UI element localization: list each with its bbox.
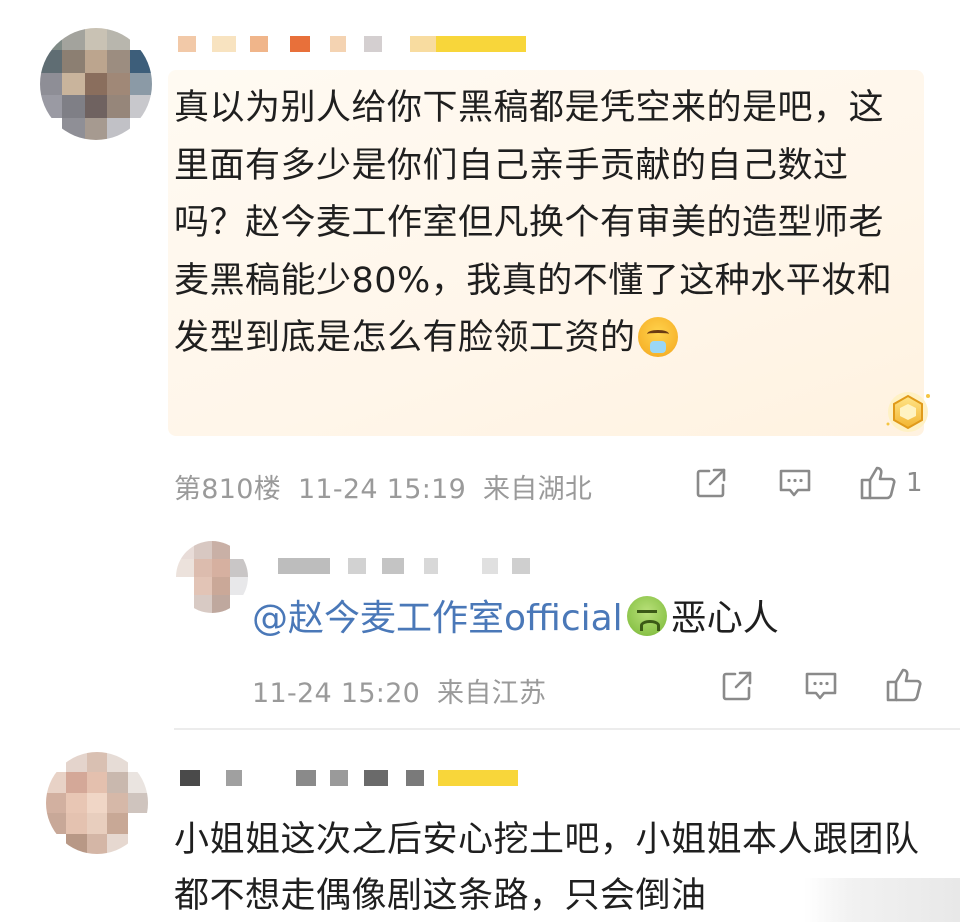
watermark-overlay <box>804 878 960 922</box>
avatar[interactable] <box>46 752 148 854</box>
comment-body: 真以为别人给你下黑稿都是凭空来的是吧，这里面有多少是你们自己亲手贡献的自己数过吗… <box>174 88 893 358</box>
reply-meta: 11-24 15:20 来自江苏 <box>252 671 546 710</box>
thumb-up-icon <box>886 668 922 702</box>
avatar[interactable] <box>40 28 152 140</box>
username-blurred[interactable] <box>178 36 526 52</box>
like-button[interactable]: 1 <box>858 464 923 502</box>
reply-location: 来自江苏 <box>437 678 547 709</box>
reply-text: @赵今麦工作室official 恶心人 <box>252 596 779 641</box>
username-blurred[interactable] <box>180 770 518 786</box>
reply-body: 恶心人 <box>670 598 779 639</box>
reply-username-blurred[interactable] <box>278 558 530 574</box>
divider <box>174 728 960 730</box>
share-icon <box>696 468 726 498</box>
tired-face-emoji <box>637 317 678 357</box>
reply-comment-button[interactable] <box>803 669 839 703</box>
timestamp: 11-24 15:19 <box>297 474 467 505</box>
reply-share-button[interactable] <box>720 669 754 703</box>
share-button[interactable] <box>694 466 728 500</box>
floor-number: 第810楼 <box>174 474 282 505</box>
location: 来自湖北 <box>482 474 593 505</box>
comment-icon <box>805 672 837 700</box>
share-icon <box>722 671 752 701</box>
reply-timestamp: 11-24 15:20 <box>252 678 421 709</box>
thumb-up-icon <box>860 466 896 500</box>
star-badge-icon <box>886 392 930 432</box>
comment-text: 真以为别人给你下黑稿都是凭空来的是吧，这里面有多少是你们自己亲手贡献的自己数过吗… <box>174 80 904 368</box>
nauseated-face-emoji <box>626 596 667 636</box>
like-count: 1 <box>906 468 923 498</box>
mention-link[interactable]: @赵今麦工作室official <box>252 598 623 639</box>
reply-like-button[interactable] <box>884 666 924 704</box>
comment-button[interactable] <box>777 466 813 500</box>
comment-icon <box>779 469 811 497</box>
comment-meta: 第810楼 11-24 15:19 来自湖北 <box>174 467 592 506</box>
reply-avatar[interactable] <box>176 541 248 613</box>
